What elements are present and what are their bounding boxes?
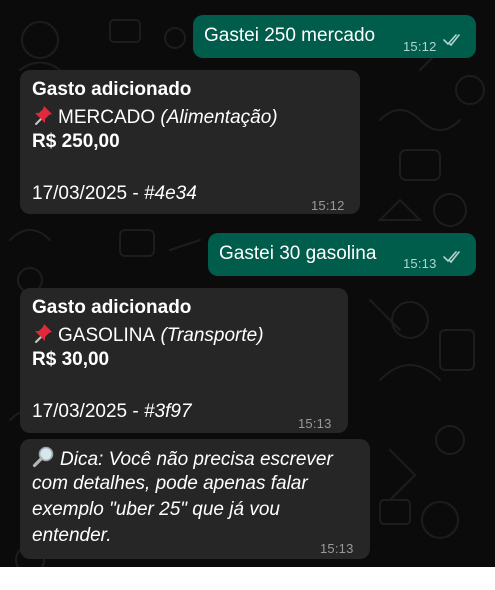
expense-subcategory: (Alimentação) xyxy=(160,107,278,128)
incoming-message[interactable]: Gasto adicionado GASOLINA (Transporte) R… xyxy=(20,288,348,433)
expense-category: MERCADO xyxy=(58,107,156,128)
incoming-tip-message[interactable]: Dica: Você não precisa escrever com deta… xyxy=(20,439,370,559)
expense-date-id: 17/03/2025 - #3f97 xyxy=(32,400,192,424)
magnifying-glass-icon xyxy=(32,446,54,468)
message-time: 15:13 xyxy=(298,416,332,431)
expense-id: #4e34 xyxy=(143,183,197,204)
expense-category: GASOLINA xyxy=(58,325,156,346)
expense-amount: R$ 250,00 xyxy=(32,131,120,152)
chat-area[interactable]: Gastei 250 mercado 15:12 Gasto adicionad… xyxy=(0,0,495,567)
expense-subcategory: (Transporte) xyxy=(160,325,264,346)
message-time: 15:12 xyxy=(311,198,345,213)
tip-line-2: com detalhes, pode apenas falar xyxy=(32,473,308,494)
message-text: Gastei 250 mercado xyxy=(204,25,376,46)
expense-amount: R$ 30,00 xyxy=(32,349,110,370)
expense-id: #3f97 xyxy=(143,401,192,422)
message-time: 15:13 xyxy=(320,541,354,556)
incoming-message[interactable]: Gasto adicionado MERCADO (Alimentação) R… xyxy=(20,70,360,214)
double-check-icon xyxy=(443,34,460,47)
pushpin-icon xyxy=(35,106,52,125)
outgoing-message[interactable]: Gastei 250 mercado 15:12 xyxy=(193,15,476,58)
pushpin-icon xyxy=(35,324,52,343)
expense-category-line: GASOLINA (Transporte) xyxy=(32,322,264,348)
message-title: Gasto adicionado xyxy=(32,79,192,100)
expense-date-id: 17/03/2025 - #4e34 xyxy=(32,182,197,206)
expense-category-line: MERCADO (Alimentação) xyxy=(32,104,278,130)
message-text: Gastei 30 gasolina xyxy=(219,243,377,264)
message-time: 15:12 xyxy=(403,39,437,54)
outgoing-message[interactable]: Gastei 30 gasolina 15:13 xyxy=(208,233,476,276)
tip-line-3: exemplo "uber 25" que já vou xyxy=(32,499,280,520)
expense-date: 17/03/2025 - xyxy=(32,401,144,422)
tip-line-1: Dica: Você não precisa escrever xyxy=(32,446,333,472)
message-title: Gasto adicionado xyxy=(32,297,192,318)
tip-line-4: entender. xyxy=(32,525,112,546)
message-time: 15:13 xyxy=(403,256,437,271)
expense-date: 17/03/2025 - xyxy=(32,183,144,204)
double-check-icon xyxy=(443,251,460,264)
